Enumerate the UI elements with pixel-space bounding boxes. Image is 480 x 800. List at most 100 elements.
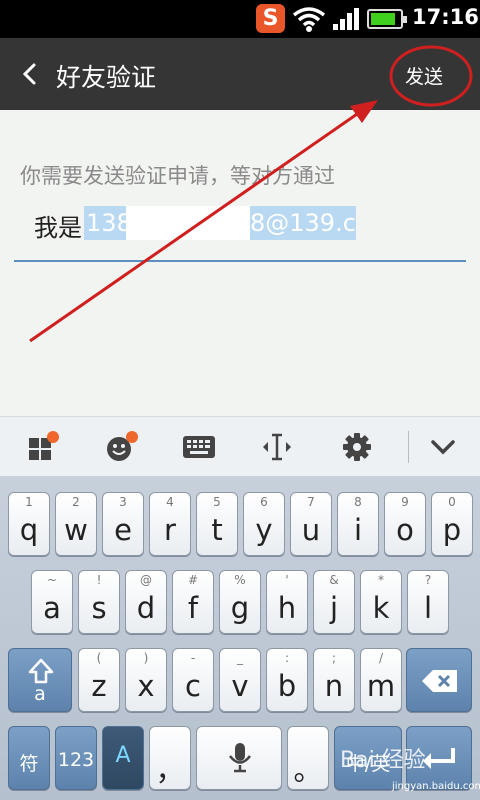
key-c[interactable]: -c (172, 648, 214, 712)
key-o[interactable]: 9o (384, 492, 426, 556)
key-l[interactable]: ? l (407, 570, 449, 634)
key-y[interactable]: 6y (243, 492, 285, 556)
key-x[interactable]: ) x (125, 648, 167, 712)
watermark-url: jingyan.baidu.com (392, 781, 480, 792)
key-label: i (353, 513, 363, 547)
key-hint: 6 (260, 495, 268, 509)
key-label: f (187, 591, 199, 625)
key-d[interactable]: @ d (125, 570, 167, 634)
emoji-icon (107, 431, 138, 461)
verification-message-input[interactable]: 我是 138 8@139.co (14, 200, 466, 262)
key-hint: - (190, 651, 196, 665)
key-u[interactable]: 7u (290, 492, 332, 556)
key-hint: / (378, 651, 384, 665)
key-s[interactable]: ! s (78, 570, 120, 634)
comma-key-label: ， (155, 753, 185, 787)
key-a[interactable]: ~ a (31, 570, 73, 634)
emoji-button[interactable] (98, 427, 144, 467)
key-e[interactable]: 3e (102, 492, 144, 556)
key-label: s (91, 591, 107, 625)
wifi-icon (292, 7, 326, 32)
key-hint: 7 (307, 495, 315, 509)
backspace-icon (422, 670, 457, 692)
send-button[interactable]: 发送 (405, 62, 443, 89)
keyboard-switch-button[interactable] (176, 427, 222, 467)
verification-hint: 你需要发送验证申请，等对方通过 (20, 164, 335, 188)
key-hint: 5 (213, 495, 221, 509)
status-bar: S 17:16 (0, 0, 480, 38)
number-key[interactable]: 123 (55, 726, 97, 790)
key-hint: ( (96, 651, 102, 665)
key-g[interactable]: % g (219, 570, 261, 634)
watermark: Bai 经验 (340, 748, 426, 773)
key-hint: * (378, 573, 384, 587)
back-arrow-icon[interactable] (12, 56, 46, 92)
space-voice-key[interactable] (196, 726, 282, 790)
key-label: t (211, 513, 223, 547)
key-v[interactable]: _ v (219, 648, 261, 712)
key-b[interactable]: :b (266, 648, 308, 712)
shift-key-label: a (34, 683, 46, 705)
key-hint: ' (285, 573, 289, 587)
key-hint: 8 (354, 495, 362, 509)
key-hint: 3 (119, 495, 127, 509)
key-h[interactable]: ' h (266, 570, 308, 634)
key-hint: 2 (72, 495, 80, 509)
app-header: 好友验证 发送 (0, 38, 480, 110)
key-t[interactable]: 5t (196, 492, 238, 556)
input-switch-key[interactable]: A (102, 726, 144, 790)
message-prefix: 我是 (34, 214, 82, 242)
key-j[interactable]: & j (313, 570, 355, 634)
selected-text[interactable]: 138 8@139.co (84, 206, 356, 240)
battery-icon (367, 9, 407, 29)
key-label: p (442, 513, 462, 547)
shift-key[interactable]: a (8, 648, 72, 712)
key-hint: 4 (166, 495, 174, 509)
key-label: m (366, 669, 396, 703)
key-label: b (277, 669, 297, 703)
gear-icon (343, 433, 371, 461)
key-i[interactable]: 8i (337, 492, 379, 556)
microphone-icon (229, 743, 251, 773)
comma-key[interactable]: ， (149, 726, 191, 790)
key-m[interactable]: / m (360, 648, 402, 712)
key-z[interactable]: (z (78, 648, 120, 712)
selected-text-head: 138 (86, 209, 132, 237)
apps-grid-button[interactable] (20, 427, 66, 467)
key-hint: : (284, 651, 290, 665)
key-p[interactable]: 0p (431, 492, 473, 556)
collapse-keyboard-button[interactable] (420, 427, 466, 467)
backspace-key[interactable] (406, 648, 472, 712)
key-label: l (423, 591, 433, 625)
cursor-edit-button[interactable] (254, 427, 300, 467)
period-key-label: 。 (293, 753, 323, 787)
key-r[interactable]: 4r (149, 492, 191, 556)
key-label: o (396, 513, 414, 547)
settings-button[interactable] (334, 427, 380, 467)
key-label: n (324, 669, 344, 703)
key-w[interactable]: 2w (55, 492, 97, 556)
symbol-key[interactable]: 符 (8, 726, 50, 790)
shift-arrow-icon (28, 658, 54, 684)
key-q[interactable]: 1q (8, 492, 50, 556)
key-hint: 9 (401, 495, 409, 509)
verification-panel: 你需要发送验证申请，等对方通过 我是 138 8@139.co (0, 110, 480, 416)
key-f[interactable]: # f (172, 570, 214, 634)
symbol-key-label: 符 (19, 753, 39, 775)
key-hint: ? (424, 573, 432, 587)
key-k[interactable]: * k (360, 570, 402, 634)
app-badge-label: S (262, 6, 279, 31)
key-label: e (114, 513, 132, 547)
key-n[interactable]: ; n (313, 648, 355, 712)
key-hint: 1 (25, 495, 33, 509)
key-label: q (19, 513, 39, 547)
apps-grid-icon (29, 431, 59, 460)
key-label: u (301, 513, 321, 547)
key-label: v (231, 669, 249, 703)
key-hint: @ (140, 573, 152, 587)
key-hint: & (329, 573, 339, 587)
period-key[interactable]: 。 (287, 726, 329, 790)
key-label: z (91, 669, 107, 703)
text-cursor-icon (263, 433, 291, 461)
key-label: j (329, 591, 339, 625)
